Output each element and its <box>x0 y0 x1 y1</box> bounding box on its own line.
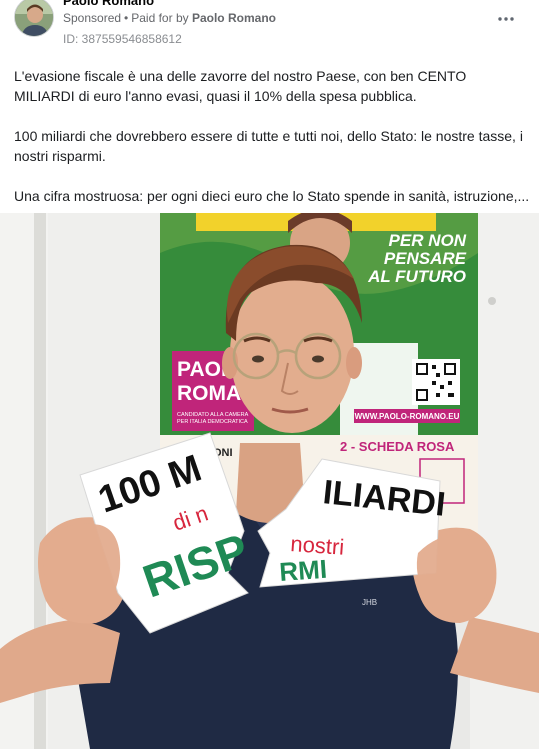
paid-for-prefix: Paid for by <box>131 11 189 25</box>
poster-candidate: PER ITALIA DEMOCRATICA <box>177 419 248 425</box>
post-photo[interactable]: PER NON PENSARE AL FUTURO PAOL ROMA CAND… <box>0 213 539 749</box>
poster-name: ROMA <box>177 382 241 405</box>
poster-slogan: PENSARE <box>384 249 467 268</box>
shirt-logo: JHB <box>362 598 377 607</box>
poster-slogan: PER NON <box>389 231 467 250</box>
post-header: Paolo Romano Sponsored • Paid for by Paolo… <box>0 0 539 60</box>
more-options-button[interactable] <box>492 6 520 28</box>
qr-code-icon <box>412 359 460 405</box>
poster-website: WWW.PAOLO-ROMANO.EU <box>355 412 460 421</box>
post-body: L'evasione fiscale è una delle zavorre d… <box>14 66 529 206</box>
paid-for-name: Paolo Romano <box>191 11 276 25</box>
ad-card: Paolo Romano Sponsored • Paid for by Paolo… <box>0 0 539 749</box>
poster-ballot: 2 - SCHEDA ROSA <box>340 439 455 454</box>
poster-candidate: CANDIDATO ALLA CAMERA <box>177 412 249 418</box>
post-paragraph: 100 miliardi che dovrebbero essere di tu… <box>14 128 523 164</box>
ad-id: ID: 387559546858612 <box>63 32 182 46</box>
advertiser-avatar[interactable] <box>14 0 54 37</box>
sponsored-label: Sponsored <box>63 11 122 25</box>
advertiser-name[interactable]: Paolo Romano <box>63 0 154 8</box>
sponsored-line: Sponsored • Paid for by Paolo Romano <box>63 11 276 25</box>
poster-slogan: AL FUTURO <box>367 267 466 286</box>
separator-dot: • <box>124 11 129 25</box>
post-paragraph: L'evasione fiscale è una delle zavorre d… <box>14 68 467 104</box>
more-horizontal-icon <box>498 8 514 26</box>
post-paragraph[interactable]: Una cifra mostruosa: per ogni dieci euro… <box>14 186 529 206</box>
sign-right-line3: RMI <box>278 554 328 587</box>
